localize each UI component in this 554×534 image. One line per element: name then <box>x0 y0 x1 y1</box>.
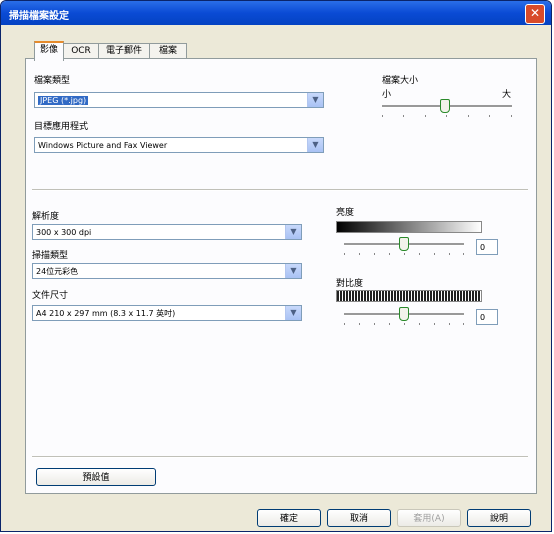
contrast-slider-thumb[interactable] <box>399 307 409 321</box>
file-size-large-label: 大 <box>502 90 512 100</box>
brightness-gradient-bar <box>336 221 482 233</box>
scan-settings-dialog: 掃描檔案設定 ✕ 影像 OCR 電子郵件 檔案 檔案類型 JPEG (*.jpg… <box>0 0 552 532</box>
dialog-title: 掃描檔案設定 <box>9 11 69 22</box>
apply-button[interactable]: 套用(A) <box>397 509 461 527</box>
chevron-down-icon: ▼ <box>307 93 323 107</box>
tab-ocr[interactable]: OCR <box>63 43 99 59</box>
section-divider <box>32 189 528 191</box>
tab-email[interactable]: 電子郵件 <box>98 43 150 59</box>
tab-image[interactable]: 影像 <box>34 41 64 61</box>
target-app-value: Windows Picture and Fax Viewer <box>38 141 168 150</box>
contrast-label: 對比度 <box>336 279 364 289</box>
chevron-down-icon: ▼ <box>307 138 323 152</box>
document-size-label: 文件尺寸 <box>32 291 69 301</box>
chevron-down-icon: ▼ <box>285 264 301 278</box>
brightness-input[interactable]: 0 <box>476 239 498 255</box>
tab-file[interactable]: 檔案 <box>149 43 187 59</box>
target-app-select[interactable]: Windows Picture and Fax Viewer ▼ <box>34 137 324 153</box>
close-button[interactable]: ✕ <box>525 4 545 24</box>
contrast-pattern-bar <box>336 290 482 302</box>
scan-type-label: 掃描類型 <box>32 251 69 261</box>
scan-type-select[interactable]: 24位元彩色 ▼ <box>32 263 302 279</box>
file-type-label: 檔案類型 <box>34 76 71 86</box>
default-button[interactable]: 預設值 <box>36 468 156 486</box>
chevron-down-icon: ▼ <box>285 306 301 320</box>
resolution-value: 300 x 300 dpi <box>36 228 92 237</box>
title-bar[interactable]: 掃描檔案設定 ✕ <box>1 1 551 25</box>
file-size-slider-ticks <box>382 115 512 118</box>
contrast-input[interactable]: 0 <box>476 309 498 325</box>
document-size-value: A4 210 x 297 mm (8.3 x 11.7 英吋) <box>36 309 176 318</box>
resolution-label: 解析度 <box>32 212 60 222</box>
chevron-down-icon: ▼ <box>285 225 301 239</box>
file-size-label: 檔案大小 <box>382 76 419 86</box>
contrast-slider-ticks <box>344 323 464 326</box>
bottom-divider <box>32 456 528 458</box>
file-type-value: JPEG (*.jpg) <box>38 96 89 105</box>
scan-type-value: 24位元彩色 <box>36 267 79 276</box>
file-type-select[interactable]: JPEG (*.jpg) ▼ <box>34 92 324 108</box>
file-size-small-label: 小 <box>382 90 392 100</box>
brightness-label: 亮度 <box>336 208 355 218</box>
ok-button[interactable]: 確定 <box>257 509 321 527</box>
document-size-select[interactable]: A4 210 x 297 mm (8.3 x 11.7 英吋) ▼ <box>32 305 302 321</box>
close-icon: ✕ <box>529 6 541 20</box>
brightness-slider-ticks <box>344 253 464 256</box>
file-size-slider-thumb[interactable] <box>440 99 450 113</box>
image-settings-panel: 檔案類型 JPEG (*.jpg) ▼ 目標應用程式 Windows Pictu… <box>25 58 537 494</box>
cancel-button[interactable]: 取消 <box>327 509 391 527</box>
help-button[interactable]: 說明 <box>467 509 531 527</box>
resolution-select[interactable]: 300 x 300 dpi ▼ <box>32 224 302 240</box>
target-app-label: 目標應用程式 <box>34 122 89 132</box>
brightness-slider-thumb[interactable] <box>399 237 409 251</box>
